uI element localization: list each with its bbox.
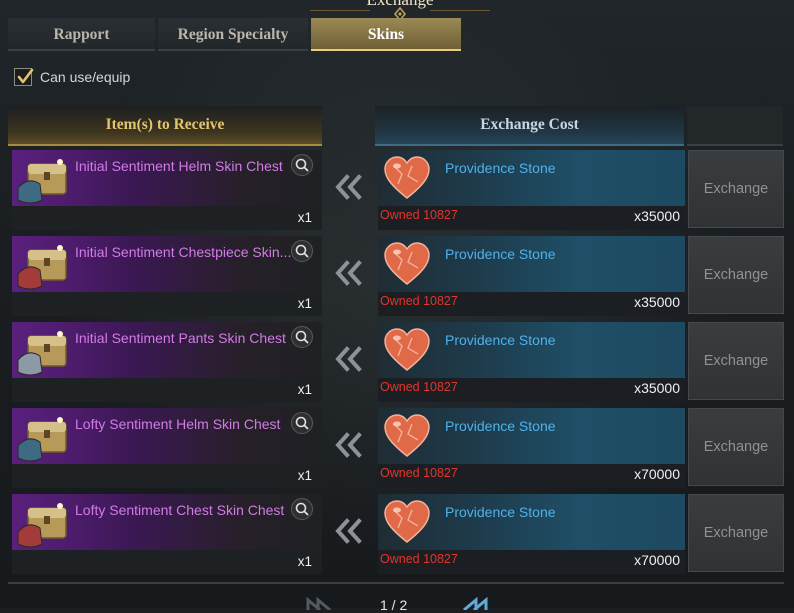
providence-stone-icon: [384, 500, 430, 543]
exchange-button[interactable]: Exchange: [688, 408, 784, 486]
double-chevron-left-icon: [335, 174, 362, 200]
inspect-button[interactable]: [291, 154, 313, 176]
title-divider-right: [430, 10, 490, 11]
owned-count: Owned 10827: [380, 380, 458, 394]
magnifier-icon: [295, 416, 309, 430]
providence-stone-icon: [384, 414, 430, 457]
action-column-header: [687, 106, 783, 146]
receive-item-card[interactable]: Lofty Sentiment Chest Skin Chest x1: [12, 494, 322, 574]
double-chevron-left-icon: [335, 518, 362, 544]
checkmark-icon: [17, 68, 34, 84]
providence-stone-icon: [384, 156, 430, 199]
item-name: Initial Sentiment Chestpiece Skin...: [75, 244, 292, 260]
helm-skin-chest-icon: [17, 159, 67, 204]
helm-skin-chest-icon: [17, 417, 67, 462]
inspect-button[interactable]: [291, 326, 313, 348]
item-name: Lofty Sentiment Helm Skin Chest: [75, 416, 281, 432]
item-name: Lofty Sentiment Chest Skin Chest: [75, 502, 285, 518]
receive-item-card[interactable]: Lofty Sentiment Helm Skin Chest x1: [12, 408, 322, 488]
pants-skin-chest-icon: [17, 331, 67, 376]
providence-stone-icon: [384, 328, 430, 371]
title-divider-left: [310, 10, 370, 11]
exchange-button[interactable]: Exchange: [688, 494, 784, 572]
can-use-filter[interactable]: Can use/equip: [14, 66, 130, 88]
inspect-button[interactable]: [291, 240, 313, 262]
inspect-button[interactable]: [291, 412, 313, 434]
item-quantity-bar: [12, 550, 322, 574]
tab-skins[interactable]: Skins: [311, 18, 461, 51]
item-quantity-bar: [12, 206, 322, 230]
magnifier-icon: [295, 244, 309, 258]
cost-quantity: x35000: [634, 294, 680, 310]
exchange-button[interactable]: Exchange: [688, 322, 784, 400]
can-use-label: Can use/equip: [40, 69, 131, 85]
owned-count: Owned 10827: [380, 208, 458, 222]
exchange-row: Lofty Sentiment Helm Skin Chest x1 Provi…: [0, 406, 794, 490]
can-use-checkbox[interactable]: [14, 68, 34, 86]
cost-quantity: x35000: [634, 380, 680, 396]
cost-quantity: x35000: [634, 208, 680, 224]
exchange-row: Initial Sentiment Chestpiece Skin... x1 …: [0, 234, 794, 318]
receive-item-card[interactable]: Initial Sentiment Pants Skin Chest x1: [12, 322, 322, 402]
page-indicator: 1 / 2: [380, 597, 408, 613]
item-quantity: x1: [297, 296, 312, 311]
tab-bar: Rapport Region Specialty Skins: [8, 18, 462, 51]
item-quantity-bar: [12, 292, 322, 316]
cost-quantity: x70000: [634, 552, 680, 568]
magnifier-icon: [295, 158, 309, 172]
cost-item-name: Providence Stone: [445, 246, 556, 262]
item-quantity-bar: [12, 464, 322, 488]
item-quantity: x1: [297, 382, 312, 397]
chest-skin-chest-icon: [17, 503, 67, 548]
inspect-button[interactable]: [291, 498, 313, 520]
footer-divider: [8, 582, 784, 584]
exchange-cost-header: Exchange Cost: [375, 106, 684, 146]
magnifier-icon: [295, 502, 309, 516]
receive-item-card[interactable]: Initial Sentiment Chestpiece Skin... x1: [12, 236, 322, 316]
exchange-button[interactable]: Exchange: [688, 236, 784, 314]
tab-region-specialty[interactable]: Region Specialty: [158, 18, 308, 51]
providence-stone-icon: [384, 242, 430, 285]
exchange-button[interactable]: Exchange: [688, 150, 784, 228]
cost-item-name: Providence Stone: [445, 504, 556, 520]
magnifier-icon: [295, 330, 309, 344]
cost-item-card: Providence Stone Owned 10827 x35000: [378, 236, 685, 316]
cost-item-name: Providence Stone: [445, 332, 556, 348]
exchange-row: Lofty Sentiment Chest Skin Chest x1 Prov…: [0, 492, 794, 576]
owned-count: Owned 10827: [380, 552, 458, 566]
cost-item-card: Providence Stone Owned 10827 x70000: [378, 408, 685, 488]
chestpiece-skin-chest-icon: [17, 245, 67, 290]
cost-item-name: Providence Stone: [445, 418, 556, 434]
tab-rapport[interactable]: Rapport: [8, 18, 155, 51]
item-quantity: x1: [297, 210, 312, 225]
exchange-row: Initial Sentiment Helm Skin Chest x1 Pro…: [0, 148, 794, 232]
receive-item-card[interactable]: Initial Sentiment Helm Skin Chest x1: [12, 150, 322, 230]
receive-header: Item(s) to Receive: [8, 106, 322, 146]
item-quantity: x1: [297, 554, 312, 569]
owned-count: Owned 10827: [380, 466, 458, 480]
item-quantity-bar: [12, 378, 322, 402]
item-name: Initial Sentiment Pants Skin Chest: [75, 330, 286, 346]
double-chevron-left-icon: [335, 346, 362, 372]
item-name: Initial Sentiment Helm Skin Chest: [75, 158, 283, 174]
exchange-row: Initial Sentiment Pants Skin Chest x1 Pr…: [0, 320, 794, 404]
item-quantity: x1: [297, 468, 312, 483]
cost-item-name: Providence Stone: [445, 160, 556, 176]
cost-item-card: Providence Stone Owned 10827 x35000: [378, 322, 685, 402]
double-chevron-left-icon: [335, 432, 362, 458]
cost-item-card: Providence Stone Owned 10827 x70000: [378, 494, 685, 574]
owned-count: Owned 10827: [380, 294, 458, 308]
double-chevron-left-icon: [335, 260, 362, 286]
cost-quantity: x70000: [634, 466, 680, 482]
cost-item-card: Providence Stone Owned 10827 x35000: [378, 150, 685, 230]
